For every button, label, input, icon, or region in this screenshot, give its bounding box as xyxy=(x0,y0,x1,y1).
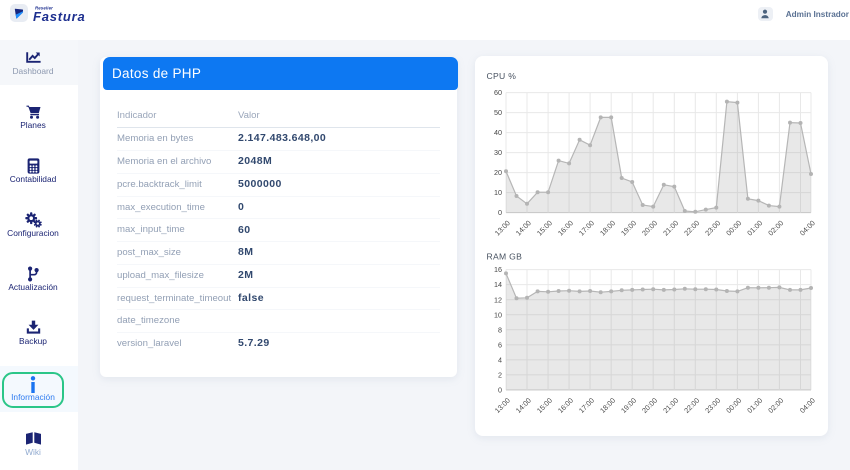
svg-text:15:00: 15:00 xyxy=(534,396,553,415)
svg-text:21:00: 21:00 xyxy=(661,218,680,237)
svg-text:4: 4 xyxy=(498,356,502,365)
svg-text:02:00: 02:00 xyxy=(766,396,785,415)
svg-text:23:00: 23:00 xyxy=(703,396,722,415)
svg-text:14: 14 xyxy=(494,280,502,289)
svg-text:10: 10 xyxy=(494,188,502,197)
svg-text:14:00: 14:00 xyxy=(513,396,532,415)
svg-text:19:00: 19:00 xyxy=(619,218,638,237)
svg-text:40: 40 xyxy=(494,128,502,137)
svg-text:19:00: 19:00 xyxy=(619,396,638,415)
svg-text:15:00: 15:00 xyxy=(534,218,553,237)
svg-text:22:00: 22:00 xyxy=(682,396,701,415)
svg-text:8: 8 xyxy=(498,325,502,334)
svg-text:12: 12 xyxy=(494,295,502,304)
svg-text:16:00: 16:00 xyxy=(555,218,574,237)
svg-text:21:00: 21:00 xyxy=(661,396,680,415)
svg-text:18:00: 18:00 xyxy=(598,396,617,415)
svg-text:00:00: 00:00 xyxy=(724,396,743,415)
svg-text:20: 20 xyxy=(494,168,502,177)
svg-text:00:00: 00:00 xyxy=(724,218,743,237)
svg-text:02:00: 02:00 xyxy=(766,218,785,237)
svg-text:14:00: 14:00 xyxy=(513,218,532,237)
svg-text:23:00: 23:00 xyxy=(703,218,722,237)
svg-text:01:00: 01:00 xyxy=(745,218,764,237)
svg-text:20:00: 20:00 xyxy=(640,396,659,415)
svg-text:10: 10 xyxy=(494,310,502,319)
svg-text:04:00: 04:00 xyxy=(797,396,816,415)
svg-text:17:00: 17:00 xyxy=(576,396,595,415)
svg-text:18:00: 18:00 xyxy=(598,218,617,237)
svg-text:13:00: 13:00 xyxy=(492,396,511,415)
svg-text:0: 0 xyxy=(498,208,502,217)
svg-text:22:00: 22:00 xyxy=(682,218,701,237)
svg-text:13:00: 13:00 xyxy=(492,218,511,237)
svg-text:16: 16 xyxy=(494,265,502,274)
svg-text:RAM GB: RAM GB xyxy=(486,252,522,262)
svg-text:2: 2 xyxy=(498,371,502,380)
svg-text:01:00: 01:00 xyxy=(745,396,764,415)
svg-text:30: 30 xyxy=(494,148,502,157)
svg-text:50: 50 xyxy=(494,108,502,117)
svg-text:20:00: 20:00 xyxy=(640,218,659,237)
svg-text:17:00: 17:00 xyxy=(576,218,595,237)
svg-text:6: 6 xyxy=(498,341,502,350)
svg-text:04:00: 04:00 xyxy=(797,218,816,237)
svg-text:0: 0 xyxy=(498,386,502,395)
svg-text:60: 60 xyxy=(494,88,502,97)
svg-text:CPU %: CPU % xyxy=(486,71,516,81)
svg-text:16:00: 16:00 xyxy=(555,396,574,415)
